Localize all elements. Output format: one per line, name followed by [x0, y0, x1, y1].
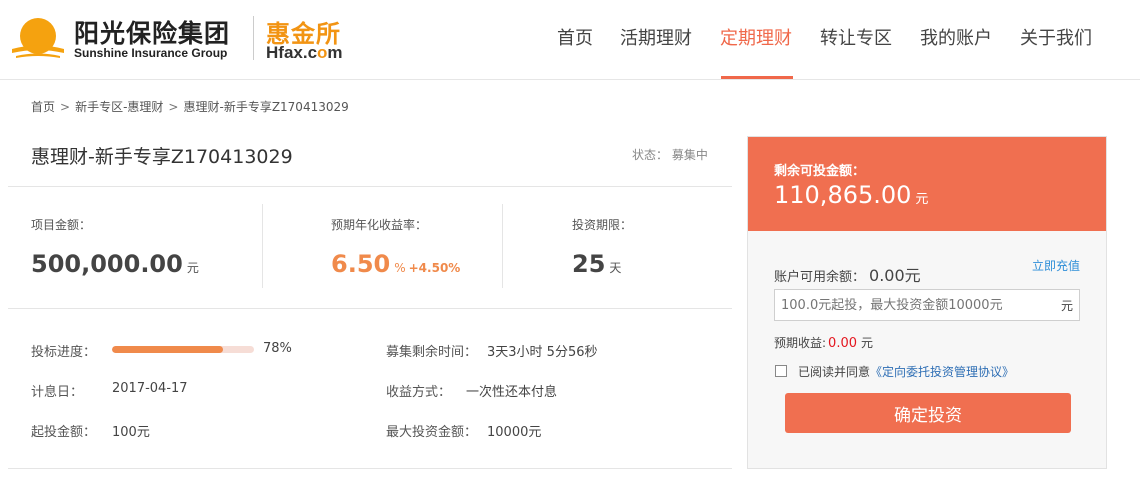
invest-panel: 剩余可投金额： 110,865.00元 账户可用余额：0.00元 立即充值 元 … [747, 136, 1107, 469]
invest-amount-input[interactable] [774, 289, 1080, 321]
balance-row: 账户可用余额： 0.00元 [774, 262, 921, 286]
remain-time-label: 募集剩余时间： [386, 345, 478, 360]
amount-value: 500,000.00 元 [31, 250, 199, 278]
max-invest-label: 最大投资金额： [386, 425, 478, 440]
logo-cn-text[interactable]: 阳光保险集团 [74, 14, 230, 50]
divider [262, 204, 263, 288]
agreement-link[interactable]: 《定向委托投资管理协议》 [870, 365, 1014, 379]
rate-unit: % [394, 261, 406, 275]
term-label: 投资期限： [572, 218, 633, 232]
rate-number: 6.50 [331, 250, 391, 278]
status-value: 募集中 [671, 148, 708, 162]
divider [502, 204, 503, 288]
amount-label: 项目金额： [31, 218, 92, 232]
divider [8, 308, 732, 309]
divider [8, 468, 732, 469]
balance-value: 0.00元 [869, 266, 921, 285]
agree-text: 已阅读并同意《定向委托投资管理协议》 [798, 363, 1014, 380]
return-method-label: 收益方式： [386, 385, 452, 400]
hfax-logo-en-part: Hfax.c [266, 43, 318, 62]
nav-about-us[interactable]: 关于我们 [1020, 24, 1092, 50]
input-unit: 元 [1061, 299, 1074, 313]
min-invest-value: 100元 [112, 425, 150, 440]
logo-divider [253, 16, 254, 60]
status-label: 状态： [632, 148, 669, 162]
confirm-invest-button[interactable]: 确定投资 [785, 393, 1071, 433]
interest-date-value: 2017-04-17 [112, 381, 188, 396]
nav-transfer-zone[interactable]: 转让专区 [820, 24, 892, 50]
amount-number: 500,000.00 [31, 250, 183, 278]
min-invest-label: 起投金额： [31, 425, 97, 440]
agree-label: 已阅读并同意 [798, 365, 871, 379]
hfax-logo-en[interactable]: Hfax.com [266, 43, 343, 63]
nav-active-indicator [721, 76, 793, 79]
progress-percent: 78% [263, 341, 292, 356]
breadcrumb-home[interactable]: 首页 [31, 100, 55, 114]
breadcrumb-separator: > [168, 100, 179, 114]
nav-fixed-finance[interactable]: 定期理财 [720, 24, 792, 50]
remaining-amount: 110,865.00 元 [774, 181, 928, 209]
divider [8, 186, 732, 187]
sunshine-logo-icon[interactable] [10, 12, 66, 62]
rate-label: 预期年化收益率： [331, 218, 428, 232]
term-value: 25 天 [572, 250, 621, 278]
progress-label: 投标进度： [31, 345, 97, 360]
expected-label: 预期收益: [774, 336, 827, 350]
expected-value: 0.00 [828, 336, 857, 351]
product-title: 惠理财-新手专享Z170413029 [31, 146, 293, 168]
breadcrumb: 首页 > 新手专区-惠理财 > 惠理财-新手专享Z170413029 [31, 98, 349, 115]
amount-unit: 元 [186, 261, 199, 275]
agree-checkbox[interactable] [775, 365, 787, 377]
expected-unit: 元 [861, 336, 874, 350]
hfax-logo-en-o: o [317, 43, 328, 62]
breadcrumb-current: 惠理财-新手专享Z170413029 [183, 100, 349, 114]
max-invest-value: 10000元 [487, 425, 542, 440]
breadcrumb-separator: > [60, 100, 71, 114]
status-badge: 状态： 募集中 [632, 146, 708, 163]
term-number: 25 [572, 250, 606, 278]
rate-value: 6.50% +4.50% [331, 250, 460, 278]
logo-en-text[interactable]: Sunshine Insurance Group [74, 46, 227, 60]
remaining-label: 剩余可投金额： [774, 164, 866, 179]
progress-bar [112, 346, 254, 353]
remaining-amount-box: 剩余可投金额： 110,865.00 元 [748, 137, 1106, 231]
term-unit: 天 [609, 261, 622, 275]
progress-fill [112, 346, 223, 353]
remaining-number: 110,865.00 [774, 181, 912, 209]
remain-time-value: 3天3小时 5分56秒 [487, 345, 598, 360]
nav-my-account[interactable]: 我的账户 [920, 24, 992, 50]
interest-date-label: 计息日： [31, 385, 84, 400]
breadcrumb-category[interactable]: 新手专区-惠理财 [75, 100, 163, 114]
expected-return-row: 预期收益: 0.00 元 [774, 334, 873, 351]
return-method-value: 一次性还本付息 [466, 385, 558, 400]
rate-bonus: +4.50% [408, 261, 461, 275]
nav-current-finance[interactable]: 活期理财 [620, 24, 692, 50]
balance-label: 账户可用余额： [774, 270, 866, 285]
recharge-link[interactable]: 立即充值 [1032, 257, 1080, 274]
remaining-unit: 元 [915, 192, 929, 207]
hfax-logo-en-part: m [327, 43, 343, 62]
top-header: 阳光保险集团 Sunshine Insurance Group 惠金所 Hfax… [0, 0, 1140, 80]
nav-home[interactable]: 首页 [557, 24, 593, 50]
